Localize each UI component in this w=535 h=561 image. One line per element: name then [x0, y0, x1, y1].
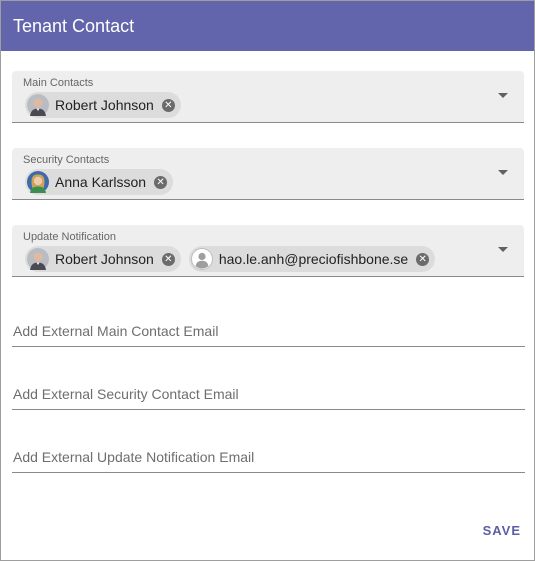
- security-contacts-select[interactable]: Security Contacts Anna Karlsson ✕: [12, 148, 524, 200]
- update-chip-email[interactable]: hao.le.anh@preciofishbone.se ✕: [188, 246, 436, 272]
- external-security-contact-email-input[interactable]: [12, 379, 525, 410]
- chip-label: Robert Johnson: [55, 97, 154, 113]
- save-button[interactable]: SAVE: [483, 519, 521, 542]
- security-contacts-label: Security Contacts: [23, 154, 110, 166]
- external-update-notification-email-input[interactable]: [12, 442, 525, 473]
- remove-chip-icon[interactable]: ✕: [161, 252, 175, 266]
- dialog-title: Tenant Contact: [13, 15, 135, 36]
- remove-chip-icon[interactable]: ✕: [154, 175, 168, 189]
- update-notification-select[interactable]: Update Notification Robert Johnson ✕ hao…: [12, 225, 524, 277]
- update-notification-label: Update Notification: [23, 231, 116, 243]
- default-person-icon: [190, 248, 213, 270]
- main-contacts-select[interactable]: Main Contacts Robert Johnson ✕: [12, 71, 524, 123]
- dropdown-arrow-icon[interactable]: [498, 170, 508, 175]
- external-main-contact-email-input[interactable]: [12, 316, 525, 347]
- update-chip-robert-johnson[interactable]: Robert Johnson ✕: [25, 246, 181, 272]
- chip-label: Anna Karlsson: [55, 174, 147, 190]
- remove-chip-icon[interactable]: ✕: [161, 98, 175, 112]
- dropdown-arrow-icon[interactable]: [498, 247, 508, 252]
- tenant-contact-dialog: Tenant Contact Main Contacts Robert John…: [0, 0, 535, 561]
- chip-label: Robert Johnson: [55, 251, 154, 267]
- robert-johnson-avatar: [27, 94, 49, 116]
- anna-karlsson-avatar: [27, 171, 49, 193]
- dropdown-arrow-icon[interactable]: [498, 93, 508, 98]
- security-contact-chip-anna-karlsson[interactable]: Anna Karlsson ✕: [25, 169, 174, 195]
- main-contacts-label: Main Contacts: [23, 77, 94, 89]
- remove-chip-icon[interactable]: ✕: [416, 252, 430, 266]
- chip-label: hao.le.anh@preciofishbone.se: [218, 251, 409, 267]
- dialog-header: Tenant Contact: [1, 1, 534, 51]
- main-contact-chip-robert-johnson[interactable]: Robert Johnson ✕: [25, 92, 181, 118]
- robert-johnson-avatar: [27, 248, 49, 270]
